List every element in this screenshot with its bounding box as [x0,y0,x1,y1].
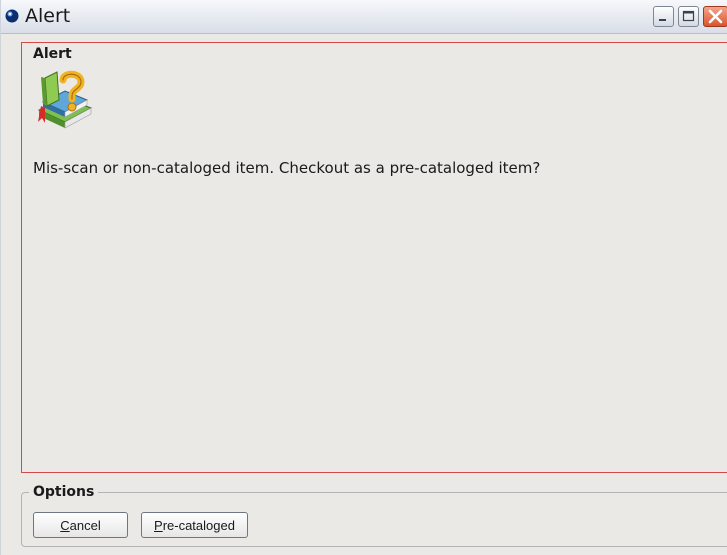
pre-cataloged-button[interactable]: Pre-cataloged [141,512,248,538]
pre-cataloged-label: re-cataloged [162,517,235,533]
options-label: Options [29,484,99,500]
title-bar[interactable]: Alert [1,0,727,34]
globe-app-icon [5,9,19,23]
window-title: Alert [25,5,71,27]
pre-cataloged-mnemonic: P [154,517,163,533]
cancel-mnemonic: C [60,517,70,533]
alert-message: Mis-scan or non-cataloged item. Checkout… [33,159,541,177]
cancel-button[interactable]: Cancel [33,512,128,538]
maximize-icon [682,10,695,22]
book-question-icon [37,70,93,129]
close-button[interactable] [703,6,727,27]
minimize-icon [659,19,666,21]
maximize-button[interactable] [678,6,699,27]
close-icon [708,9,723,24]
alert-panel: Alert Mis-scan or non-cataloged item. Ch… [21,42,727,473]
alert-panel-label: Alert [33,46,72,62]
alert-window: Alert Alert Mis-scan or non-cataloged it… [0,0,727,555]
cancel-label: ancel [69,517,101,533]
minimize-button[interactable] [653,6,674,27]
options-group: Options Cancel Pre-cataloged [21,484,727,547]
